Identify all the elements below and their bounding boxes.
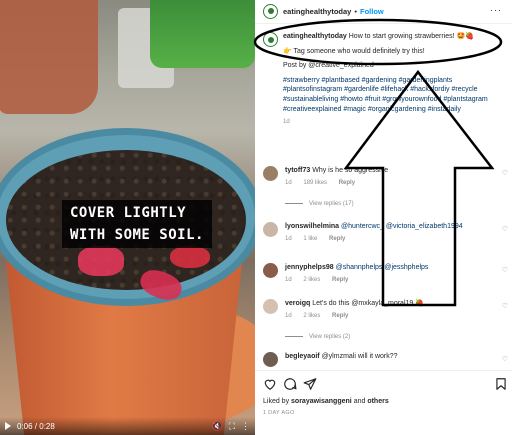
comment-username[interactable]: veroigq [285,300,310,307]
reply-button[interactable]: Reply [332,313,348,319]
liked-by-label: Liked by [263,398,290,405]
heart-icon[interactable]: ♡ [502,302,508,311]
heart-icon[interactable]: ♡ [502,266,508,275]
comment-time: 1d [285,313,292,319]
play-icon[interactable] [5,422,11,430]
hashtags[interactable]: #strawberry #plantbased #gardening #gard… [283,76,508,114]
avatar[interactable] [263,299,278,314]
comment-likes[interactable]: 2 likes [303,277,320,283]
avatar[interactable] [263,3,278,19]
view-replies-button[interactable]: View replies (17) [285,200,508,209]
caption-username[interactable]: eatinghealthytoday [283,33,347,40]
background-planter [150,0,255,68]
comment-username[interactable]: begleyaoif [285,353,320,360]
likes-summary: Liked by sorayawisanggeni and others [263,398,389,405]
video-caption: COVER LIGHTLY WITH SOME SOIL. [62,200,212,248]
video-player[interactable]: COVER LIGHTLY WITH SOME SOIL. 0:06 / 0:2… [0,0,255,435]
liked-by-others[interactable]: others [367,398,388,405]
post-caption: eatinghealthytoday How to start growing … [263,32,508,128]
tag-line: 👉 Tag someone who would definitely try t… [283,47,425,55]
avatar[interactable] [263,32,278,47]
comment-text[interactable]: @huntercwc_ @victoria_elizabeth1994 [341,223,463,230]
fullscreen-icon[interactable]: ⛶ [229,421,235,431]
comment-icon[interactable] [283,377,297,391]
comment-time: 1d [285,236,292,242]
comment: begleyaoif @ylmzmali will it work?? ♡ [263,352,508,367]
strawberry-piece [78,246,124,276]
comment-text: @ylmzmali will it work?? [321,353,398,360]
action-bar [263,377,508,391]
comment-text: Let's do this @mxkayla_moral19 🍓 [312,300,424,307]
post-panel: eatinghealthytoday • Follow ··· eatinghe… [255,0,512,435]
reply-button[interactable]: Reply [339,180,355,186]
more-icon[interactable]: ··· [490,5,502,15]
comment-username[interactable]: jennyphelps98 [285,264,334,271]
comment: lyonswilhelmina @huntercwc_ @victoria_el… [263,222,508,244]
video-caption-line-2: WITH SOME SOIL. [70,227,204,243]
comment: veroigq Let's do this @mxkayla_moral19 🍓… [263,299,508,342]
comment: tytoff73 Why is he so aggressive 1d 189 … [263,166,508,209]
comment-time: 1d [285,180,292,186]
video-caption-line-1: COVER LIGHTLY [70,205,187,221]
comment-likes[interactable]: 189 likes [303,180,327,186]
comment-text[interactable]: @shannphelps @jesshphelps [336,264,429,271]
strawberry-piece [170,246,210,268]
comment-username[interactable]: lyonswilhelmina [285,223,339,230]
comment-text: Why is he so aggressive [312,167,389,174]
follow-button[interactable]: Follow [360,7,384,16]
heart-icon[interactable]: ♡ [502,169,508,178]
liked-by-user[interactable]: sorayawisanggeni [291,398,352,405]
more-icon[interactable]: ⋮ [241,421,250,431]
comment-likes[interactable]: 2 likes [303,313,320,319]
comment-likes[interactable]: 1 like [303,236,317,242]
comment: jennyphelps98 @shannphelps @jesshphelps … [263,263,508,285]
post-age: 1 DAY AGO [263,410,295,416]
avatar[interactable] [263,222,278,237]
background-pot [0,0,98,114]
credit-line: Post by @creative_explained [283,62,374,70]
bookmark-icon[interactable] [494,377,508,391]
post-time: 1d [283,119,290,126]
liked-by-and: and [353,398,366,405]
comment-username[interactable]: tytoff73 [285,167,310,174]
header-username[interactable]: eatinghealthytoday [283,7,351,16]
caption-text: How to start growing strawberries! 🤩🍓 [348,33,474,40]
avatar[interactable] [263,166,278,181]
reply-button[interactable]: Reply [329,236,345,242]
video-time: 0:06 / 0:28 [17,421,55,431]
heart-icon[interactable] [263,377,277,391]
video-controls: 0:06 / 0:28 🔇 ⛶ ⋮ [0,417,255,435]
view-replies-button[interactable]: View replies (2) [285,333,508,342]
heart-icon[interactable]: ♡ [502,225,508,234]
volume-icon[interactable]: 🔇 [211,421,222,431]
avatar[interactable] [263,352,278,367]
comment-time: 1d [285,277,292,283]
heart-icon[interactable]: ♡ [502,355,508,364]
post-header: eatinghealthytoday • Follow ··· [255,0,512,22]
reply-button[interactable]: Reply [332,277,348,283]
share-icon[interactable] [303,377,317,391]
avatar[interactable] [263,263,278,278]
